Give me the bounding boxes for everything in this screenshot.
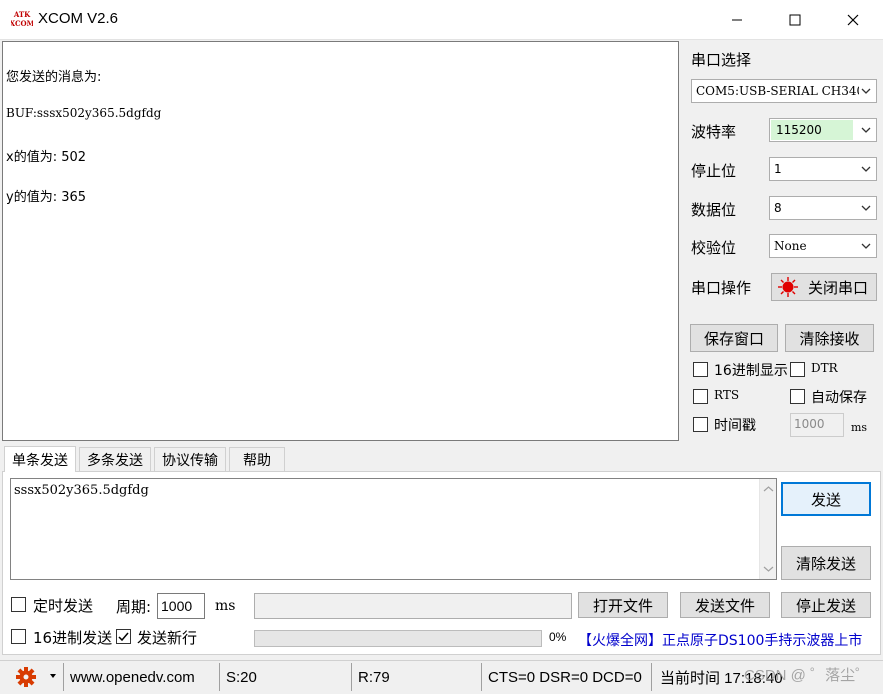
timed-send-label: 定时发送	[33, 597, 94, 615]
scroll-down-icon[interactable]	[760, 560, 777, 577]
close-icon	[847, 14, 859, 26]
status-separator	[651, 663, 652, 691]
checkmark-icon	[118, 632, 129, 642]
hex-display-checkbox[interactable]	[693, 362, 708, 377]
hex-send-checkbox[interactable]	[11, 629, 26, 644]
auto-save-label: 自动保存	[811, 390, 867, 406]
dtr-checkbox[interactable]	[790, 362, 805, 377]
save-window-button[interactable]: 保存窗口	[690, 324, 778, 352]
svg-text:XCOM: XCOM	[11, 19, 33, 28]
hex-send-label: 16进制发送	[33, 629, 113, 647]
clear-receive-button[interactable]: 清除接收	[785, 324, 874, 352]
settings-dropdown[interactable]	[48, 670, 58, 686]
maximize-button[interactable]	[766, 0, 824, 40]
stop-bits-select[interactable]: 1	[769, 157, 877, 181]
chevron-down-icon	[861, 243, 871, 249]
parity-label: 校验位	[691, 239, 737, 257]
settings-button[interactable]	[14, 666, 40, 688]
close-button[interactable]	[824, 0, 882, 40]
stop-bits-value: 1	[774, 162, 782, 176]
port-select[interactable]: COM5:USB-SERIAL CH340	[691, 79, 877, 103]
newline-checkbox[interactable]	[116, 629, 131, 644]
status-separator	[219, 663, 220, 691]
website-link[interactable]: www.openedv.com	[66, 665, 195, 689]
sent-count: S:20	[226, 668, 257, 686]
status-separator	[481, 663, 482, 691]
chevron-down-icon	[859, 84, 873, 98]
svg-text:ATK: ATK	[13, 10, 31, 19]
period-label: 周期:	[116, 598, 152, 616]
xcom-logo-icon: ATK XCOM	[10, 9, 35, 29]
receive-line: BUF:sssx502y365.5dgfdg	[6, 106, 162, 120]
send-progress-bar	[254, 630, 542, 647]
send-scrollbar[interactable]	[759, 479, 776, 579]
rts-checkbox[interactable]	[693, 389, 708, 404]
watermark: CSDN @ ゜落尘゜	[744, 667, 871, 684]
send-input[interactable]: sssx502y365.5dgfdg	[10, 478, 777, 580]
send-file-button[interactable]: 发送文件	[680, 592, 770, 618]
port-op-label: 串口操作	[691, 279, 752, 297]
chevron-down-icon	[861, 166, 871, 172]
send-text: sssx502y365.5dgfdg	[14, 483, 149, 498]
timestamp-label: 时间戳	[714, 418, 756, 434]
stop-bits-label: 停止位	[691, 162, 737, 180]
send-button[interactable]: 发送	[781, 482, 871, 516]
auto-save-checkbox[interactable]	[790, 389, 805, 404]
timestamp-input[interactable]: 1000	[790, 413, 844, 437]
close-port-button[interactable]: 关闭串口	[771, 273, 877, 301]
chevron-down-icon	[861, 205, 871, 211]
app-logo: ATK XCOM	[10, 9, 35, 29]
tab-single-send[interactable]: 单条发送	[4, 446, 76, 472]
tab-protocol[interactable]: 协议传输	[154, 447, 226, 472]
baud-value: 115200	[776, 123, 822, 137]
clear-send-button[interactable]: 清除发送	[781, 546, 871, 580]
timestamp-unit: ms	[851, 421, 868, 434]
data-bits-select[interactable]: 8	[769, 196, 877, 220]
line-status: CTS=0 DSR=0 DCD=0	[488, 668, 642, 686]
data-bits-value: 8	[774, 201, 782, 215]
receive-area[interactable]: 您发送的消息为: BUF:sssx502y365.5dgfdg x的值为: 50…	[2, 41, 679, 441]
open-file-button[interactable]: 打开文件	[578, 592, 668, 618]
gear-icon	[16, 667, 36, 687]
tab-multi-send[interactable]: 多条发送	[79, 447, 151, 472]
close-port-label: 关闭串口	[808, 278, 869, 297]
file-path-input[interactable]	[254, 593, 572, 619]
maximize-icon	[789, 14, 801, 26]
minimize-button[interactable]	[708, 0, 766, 40]
parity-value: None	[774, 239, 807, 253]
chevron-down-icon	[861, 127, 871, 133]
port-select-value: COM5:USB-SERIAL CH340	[696, 84, 865, 98]
newline-label: 发送新行	[137, 629, 198, 647]
timed-send-checkbox[interactable]	[11, 597, 26, 612]
baud-select[interactable]: 115200	[769, 118, 877, 142]
led-icon	[778, 277, 798, 297]
receive-line: y的值为: 365	[6, 190, 87, 205]
caret-down-icon	[50, 674, 56, 678]
window-title: XCOM V2.6	[38, 10, 119, 27]
stop-send-button[interactable]: 停止发送	[781, 592, 871, 618]
receive-line: x的值为: 502	[6, 150, 87, 165]
hex-display-label: 16进制显示	[714, 363, 788, 379]
baud-label: 波特率	[691, 123, 737, 141]
period-unit: ms	[215, 598, 236, 614]
rts-label: RTS	[714, 388, 740, 402]
port-select-label: 串口选择	[691, 51, 752, 69]
timestamp-checkbox[interactable]	[693, 417, 708, 432]
parity-select[interactable]: None	[769, 234, 877, 258]
progress-text: 0%	[549, 630, 567, 644]
status-separator	[63, 663, 64, 691]
scroll-up-icon[interactable]	[760, 481, 777, 498]
data-bits-label: 数据位	[691, 201, 737, 219]
period-input[interactable]: 1000	[157, 593, 205, 619]
ad-link[interactable]: 【火爆全网】正点原子DS100手持示波器上市	[578, 627, 876, 653]
tab-help[interactable]: 帮助	[229, 447, 285, 472]
minimize-icon	[732, 19, 742, 21]
received-count: R:79	[358, 668, 390, 686]
receive-line: 您发送的消息为:	[6, 70, 102, 85]
dtr-label: DTR	[811, 361, 838, 375]
status-separator	[351, 663, 352, 691]
